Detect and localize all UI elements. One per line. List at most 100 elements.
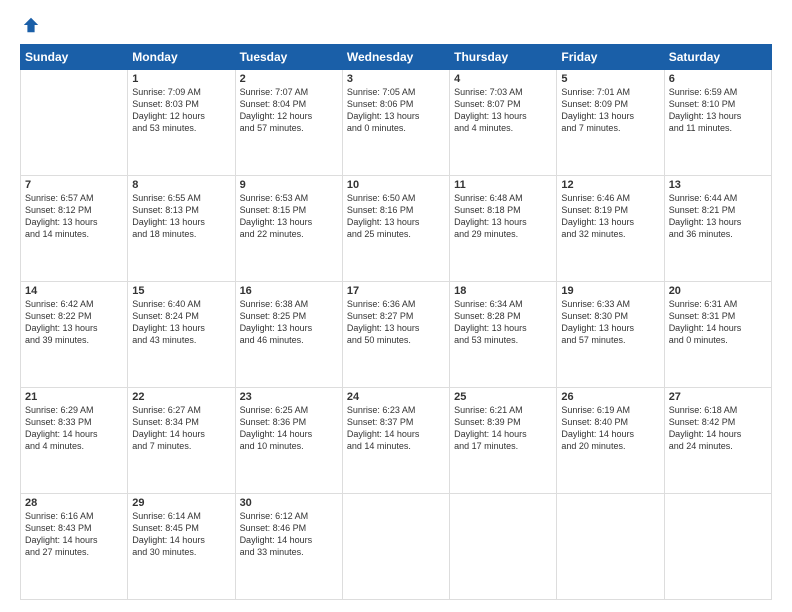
day-info: Sunrise: 6:33 AM Sunset: 8:30 PM Dayligh… — [561, 298, 659, 347]
calendar-cell: 4Sunrise: 7:03 AM Sunset: 8:07 PM Daylig… — [450, 70, 557, 176]
day-info: Sunrise: 6:21 AM Sunset: 8:39 PM Dayligh… — [454, 404, 552, 453]
calendar-cell — [21, 70, 128, 176]
calendar-cell: 9Sunrise: 6:53 AM Sunset: 8:15 PM Daylig… — [235, 176, 342, 282]
day-number: 29 — [132, 497, 230, 509]
day-number: 18 — [454, 285, 552, 297]
day-number: 3 — [347, 73, 445, 85]
day-number: 14 — [25, 285, 123, 297]
day-info: Sunrise: 6:48 AM Sunset: 8:18 PM Dayligh… — [454, 192, 552, 241]
day-info: Sunrise: 6:34 AM Sunset: 8:28 PM Dayligh… — [454, 298, 552, 347]
calendar-cell: 5Sunrise: 7:01 AM Sunset: 8:09 PM Daylig… — [557, 70, 664, 176]
calendar-cell: 23Sunrise: 6:25 AM Sunset: 8:36 PM Dayli… — [235, 388, 342, 494]
calendar-cell: 22Sunrise: 6:27 AM Sunset: 8:34 PM Dayli… — [128, 388, 235, 494]
day-info: Sunrise: 6:57 AM Sunset: 8:12 PM Dayligh… — [25, 192, 123, 241]
calendar-cell: 14Sunrise: 6:42 AM Sunset: 8:22 PM Dayli… — [21, 282, 128, 388]
calendar-header-thursday: Thursday — [450, 45, 557, 70]
day-number: 28 — [25, 497, 123, 509]
calendar-cell: 2Sunrise: 7:07 AM Sunset: 8:04 PM Daylig… — [235, 70, 342, 176]
calendar-cell: 16Sunrise: 6:38 AM Sunset: 8:25 PM Dayli… — [235, 282, 342, 388]
day-info: Sunrise: 6:53 AM Sunset: 8:15 PM Dayligh… — [240, 192, 338, 241]
day-number: 30 — [240, 497, 338, 509]
day-number: 21 — [25, 391, 123, 403]
day-info: Sunrise: 6:18 AM Sunset: 8:42 PM Dayligh… — [669, 404, 767, 453]
calendar-cell — [664, 494, 771, 600]
day-number: 26 — [561, 391, 659, 403]
header — [20, 16, 772, 34]
calendar-cell — [557, 494, 664, 600]
day-info: Sunrise: 6:40 AM Sunset: 8:24 PM Dayligh… — [132, 298, 230, 347]
day-info: Sunrise: 6:19 AM Sunset: 8:40 PM Dayligh… — [561, 404, 659, 453]
calendar-cell: 11Sunrise: 6:48 AM Sunset: 8:18 PM Dayli… — [450, 176, 557, 282]
calendar-cell: 3Sunrise: 7:05 AM Sunset: 8:06 PM Daylig… — [342, 70, 449, 176]
calendar-header-sunday: Sunday — [21, 45, 128, 70]
calendar-table: SundayMondayTuesdayWednesdayThursdayFrid… — [20, 44, 772, 600]
day-number: 5 — [561, 73, 659, 85]
calendar-cell: 1Sunrise: 7:09 AM Sunset: 8:03 PM Daylig… — [128, 70, 235, 176]
calendar-week-row: 28Sunrise: 6:16 AM Sunset: 8:43 PM Dayli… — [21, 494, 772, 600]
day-info: Sunrise: 6:46 AM Sunset: 8:19 PM Dayligh… — [561, 192, 659, 241]
calendar-cell: 28Sunrise: 6:16 AM Sunset: 8:43 PM Dayli… — [21, 494, 128, 600]
day-number: 9 — [240, 179, 338, 191]
logo-icon — [22, 16, 40, 34]
day-info: Sunrise: 6:59 AM Sunset: 8:10 PM Dayligh… — [669, 86, 767, 135]
calendar-cell: 7Sunrise: 6:57 AM Sunset: 8:12 PM Daylig… — [21, 176, 128, 282]
day-number: 25 — [454, 391, 552, 403]
calendar-week-row: 1Sunrise: 7:09 AM Sunset: 8:03 PM Daylig… — [21, 70, 772, 176]
calendar-cell: 26Sunrise: 6:19 AM Sunset: 8:40 PM Dayli… — [557, 388, 664, 494]
calendar-cell: 18Sunrise: 6:34 AM Sunset: 8:28 PM Dayli… — [450, 282, 557, 388]
day-info: Sunrise: 6:36 AM Sunset: 8:27 PM Dayligh… — [347, 298, 445, 347]
day-number: 2 — [240, 73, 338, 85]
day-info: Sunrise: 7:07 AM Sunset: 8:04 PM Dayligh… — [240, 86, 338, 135]
calendar-cell: 10Sunrise: 6:50 AM Sunset: 8:16 PM Dayli… — [342, 176, 449, 282]
calendar-cell: 25Sunrise: 6:21 AM Sunset: 8:39 PM Dayli… — [450, 388, 557, 494]
day-info: Sunrise: 6:23 AM Sunset: 8:37 PM Dayligh… — [347, 404, 445, 453]
calendar-cell: 19Sunrise: 6:33 AM Sunset: 8:30 PM Dayli… — [557, 282, 664, 388]
calendar-cell: 20Sunrise: 6:31 AM Sunset: 8:31 PM Dayli… — [664, 282, 771, 388]
calendar-header-friday: Friday — [557, 45, 664, 70]
calendar-cell: 12Sunrise: 6:46 AM Sunset: 8:19 PM Dayli… — [557, 176, 664, 282]
calendar-cell: 17Sunrise: 6:36 AM Sunset: 8:27 PM Dayli… — [342, 282, 449, 388]
day-info: Sunrise: 7:09 AM Sunset: 8:03 PM Dayligh… — [132, 86, 230, 135]
logo — [20, 16, 40, 34]
day-number: 20 — [669, 285, 767, 297]
day-number: 11 — [454, 179, 552, 191]
day-info: Sunrise: 6:42 AM Sunset: 8:22 PM Dayligh… — [25, 298, 123, 347]
day-number: 17 — [347, 285, 445, 297]
day-number: 23 — [240, 391, 338, 403]
calendar-cell: 29Sunrise: 6:14 AM Sunset: 8:45 PM Dayli… — [128, 494, 235, 600]
day-number: 24 — [347, 391, 445, 403]
day-info: Sunrise: 6:16 AM Sunset: 8:43 PM Dayligh… — [25, 510, 123, 559]
day-number: 22 — [132, 391, 230, 403]
day-info: Sunrise: 7:01 AM Sunset: 8:09 PM Dayligh… — [561, 86, 659, 135]
day-number: 6 — [669, 73, 767, 85]
day-info: Sunrise: 6:31 AM Sunset: 8:31 PM Dayligh… — [669, 298, 767, 347]
calendar-header-wednesday: Wednesday — [342, 45, 449, 70]
day-number: 13 — [669, 179, 767, 191]
calendar-cell: 13Sunrise: 6:44 AM Sunset: 8:21 PM Dayli… — [664, 176, 771, 282]
day-number: 7 — [25, 179, 123, 191]
day-info: Sunrise: 6:55 AM Sunset: 8:13 PM Dayligh… — [132, 192, 230, 241]
day-info: Sunrise: 6:44 AM Sunset: 8:21 PM Dayligh… — [669, 192, 767, 241]
day-info: Sunrise: 6:25 AM Sunset: 8:36 PM Dayligh… — [240, 404, 338, 453]
day-number: 8 — [132, 179, 230, 191]
calendar-header-saturday: Saturday — [664, 45, 771, 70]
calendar-cell: 24Sunrise: 6:23 AM Sunset: 8:37 PM Dayli… — [342, 388, 449, 494]
day-number: 12 — [561, 179, 659, 191]
calendar-cell: 8Sunrise: 6:55 AM Sunset: 8:13 PM Daylig… — [128, 176, 235, 282]
calendar-cell — [342, 494, 449, 600]
page: SundayMondayTuesdayWednesdayThursdayFrid… — [0, 0, 792, 612]
day-number: 16 — [240, 285, 338, 297]
calendar-header-monday: Monday — [128, 45, 235, 70]
day-info: Sunrise: 6:29 AM Sunset: 8:33 PM Dayligh… — [25, 404, 123, 453]
calendar-cell: 15Sunrise: 6:40 AM Sunset: 8:24 PM Dayli… — [128, 282, 235, 388]
day-number: 27 — [669, 391, 767, 403]
day-info: Sunrise: 7:05 AM Sunset: 8:06 PM Dayligh… — [347, 86, 445, 135]
day-number: 10 — [347, 179, 445, 191]
day-number: 15 — [132, 285, 230, 297]
day-info: Sunrise: 6:50 AM Sunset: 8:16 PM Dayligh… — [347, 192, 445, 241]
day-info: Sunrise: 6:14 AM Sunset: 8:45 PM Dayligh… — [132, 510, 230, 559]
day-number: 19 — [561, 285, 659, 297]
calendar-header-tuesday: Tuesday — [235, 45, 342, 70]
calendar-cell: 6Sunrise: 6:59 AM Sunset: 8:10 PM Daylig… — [664, 70, 771, 176]
calendar-cell — [450, 494, 557, 600]
